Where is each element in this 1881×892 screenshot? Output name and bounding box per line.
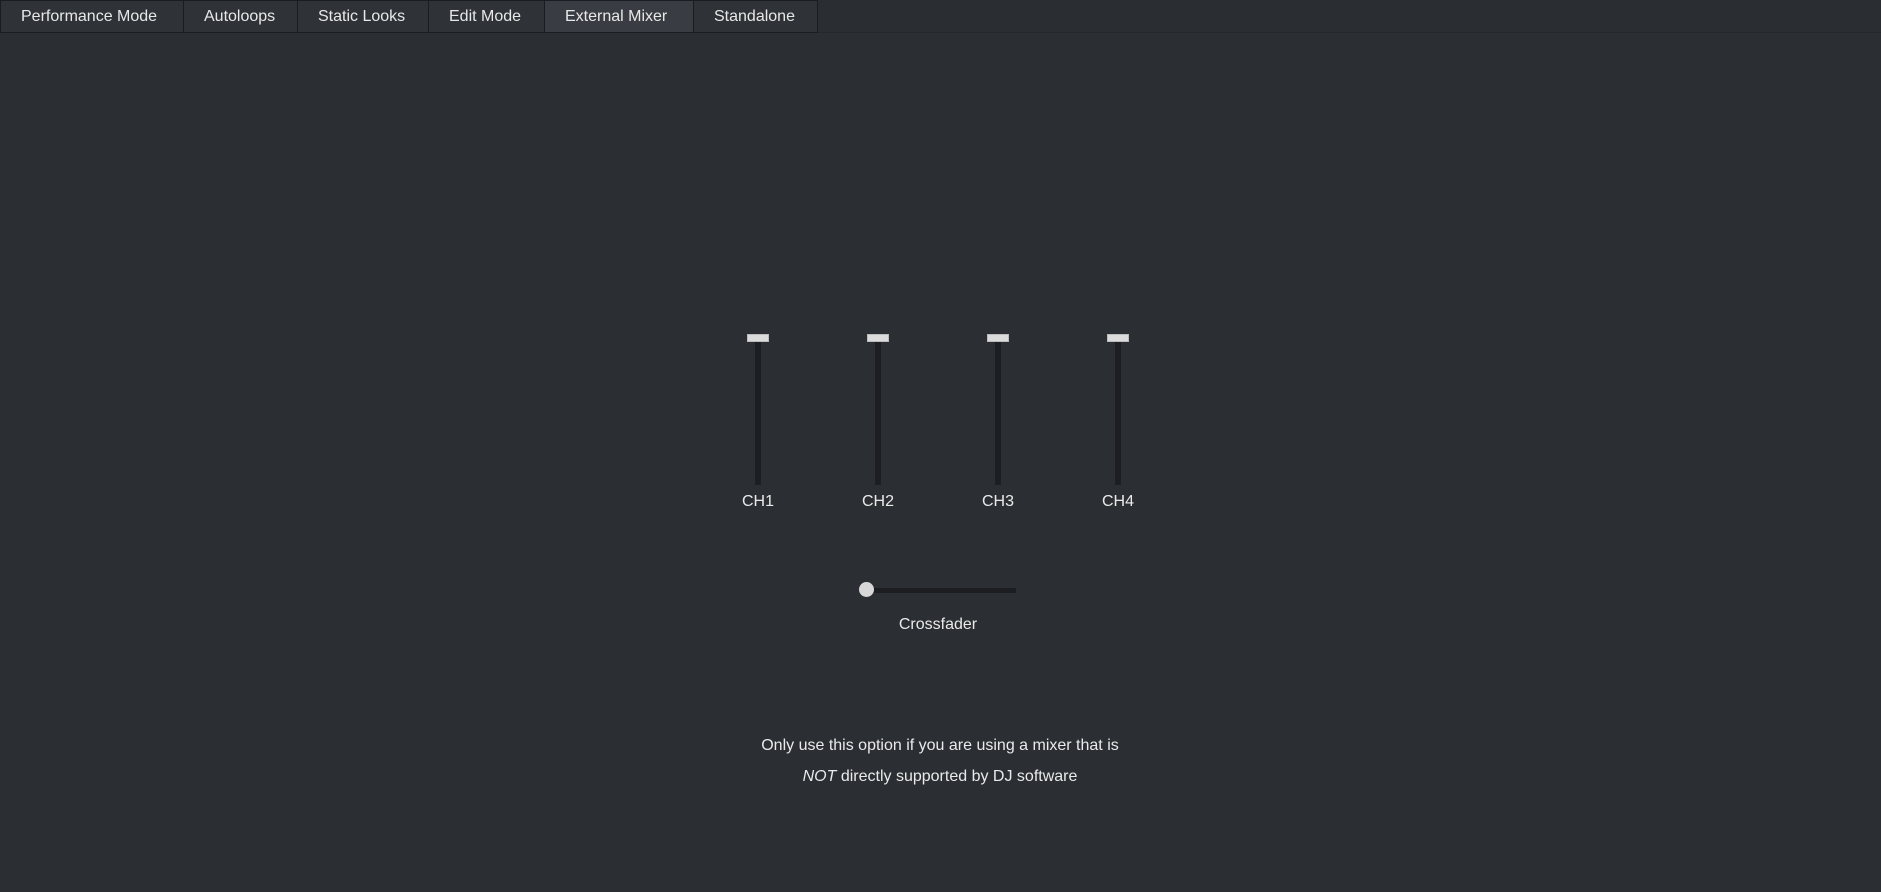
mode-tab-bar: Performance Mode Autoloops Static Looks … bbox=[0, 0, 1881, 33]
fader-label-ch2: CH2 bbox=[861, 493, 894, 510]
fader-label-ch3: CH3 bbox=[981, 493, 1014, 510]
note-emphasis: NOT bbox=[802, 768, 837, 785]
fader-handle[interactable] bbox=[987, 334, 1009, 342]
crossfader-track[interactable] bbox=[866, 588, 1016, 593]
crossfader-knob[interactable] bbox=[859, 582, 874, 597]
crossfader-slider[interactable] bbox=[858, 582, 1018, 598]
mixer-note-line-1: Only use this option if you are using a … bbox=[761, 737, 1119, 754]
tab-external-mixer[interactable]: External Mixer bbox=[545, 0, 694, 33]
mixer-note-line-2: NOT directly supported by DJ software bbox=[640, 768, 1240, 786]
tab-autoloops[interactable]: Autoloops bbox=[184, 0, 298, 33]
fader-track[interactable] bbox=[995, 338, 1001, 485]
tab-edit-mode[interactable]: Edit Mode bbox=[429, 0, 545, 33]
fader-track[interactable] bbox=[875, 338, 881, 485]
crossfader-label: Crossfader bbox=[898, 616, 978, 633]
tab-standalone[interactable]: Standalone bbox=[694, 0, 818, 33]
channel-fader-ch4[interactable]: CH4 bbox=[1098, 330, 1138, 510]
tab-static-looks[interactable]: Static Looks bbox=[298, 0, 429, 33]
channel-fader-ch3[interactable]: CH3 bbox=[978, 330, 1018, 510]
fader-handle[interactable] bbox=[867, 334, 889, 342]
tab-performance-mode[interactable]: Performance Mode bbox=[0, 0, 184, 33]
fader-track[interactable] bbox=[755, 338, 761, 485]
fader-track[interactable] bbox=[1115, 338, 1121, 485]
fader-label-ch1: CH1 bbox=[741, 493, 774, 510]
note-rest: directly supported by DJ software bbox=[836, 768, 1078, 785]
fader-handle[interactable] bbox=[747, 334, 769, 342]
channel-fader-ch2[interactable]: CH2 bbox=[858, 330, 898, 510]
fader-handle[interactable] bbox=[1107, 334, 1129, 342]
fader-label-ch4: CH4 bbox=[1101, 493, 1134, 510]
channel-fader-ch1[interactable]: CH1 bbox=[738, 330, 778, 510]
